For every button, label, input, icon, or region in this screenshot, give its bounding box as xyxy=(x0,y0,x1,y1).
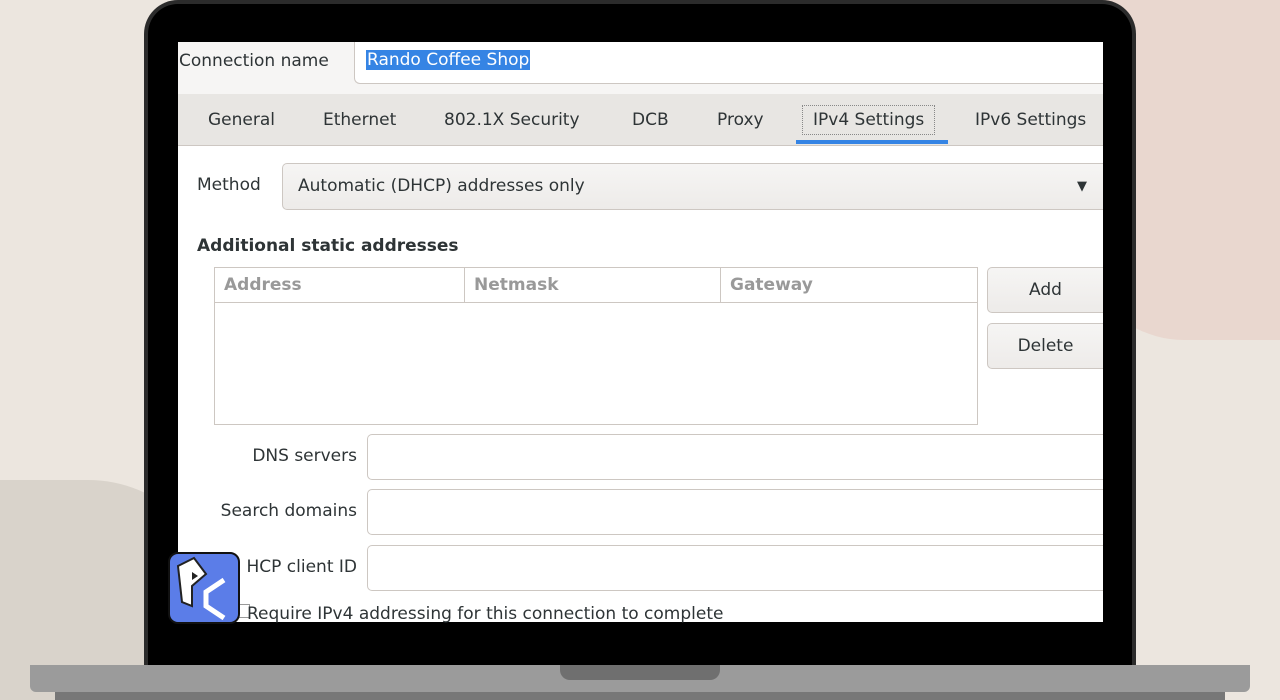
addresses-table[interactable]: Address Netmask Gateway xyxy=(214,267,978,425)
dns-servers-input[interactable] xyxy=(367,434,1103,480)
column-netmask[interactable]: Netmask xyxy=(465,268,721,302)
tab-8021x-security[interactable]: 802.1X Security xyxy=(444,94,580,146)
tab-dcb[interactable]: DCB xyxy=(632,94,669,146)
tab-proxy[interactable]: Proxy xyxy=(717,94,764,146)
tab-ipv6-settings[interactable]: IPv6 Settings xyxy=(975,94,1086,146)
add-button[interactable]: Add xyxy=(987,267,1103,313)
logo-icon xyxy=(176,556,226,621)
search-domains-input[interactable] xyxy=(367,489,1103,535)
column-address[interactable]: Address xyxy=(215,268,465,302)
dhcp-client-id-input[interactable] xyxy=(367,545,1103,591)
method-label: Method xyxy=(197,175,261,195)
static-addresses-heading: Additional static addresses xyxy=(197,236,459,256)
connection-name-input[interactable]: Rando Coffee Shop xyxy=(354,42,1103,84)
tab-ipv4-settings[interactable]: IPv4 Settings xyxy=(802,94,936,146)
search-domains-label: Search domains xyxy=(220,501,357,521)
tab-bar: General Ethernet 802.1X Security DCB Pro… xyxy=(178,94,1103,146)
column-gateway[interactable]: Gateway xyxy=(721,268,977,302)
method-value: Automatic (DHCP) addresses only xyxy=(298,176,585,196)
dns-servers-label: DNS servers xyxy=(252,446,357,466)
network-settings-dialog: Connection name Rando Coffee Shop Genera… xyxy=(178,42,1103,624)
active-tab-indicator xyxy=(796,140,948,144)
connection-name-value: Rando Coffee Shop xyxy=(366,50,531,70)
laptop-foot xyxy=(55,692,1225,700)
table-header: Address Netmask Gateway xyxy=(215,268,977,303)
laptop-notch xyxy=(560,665,720,680)
method-dropdown[interactable]: Automatic (DHCP) addresses only ▼ xyxy=(282,163,1103,210)
chevron-down-icon: ▼ xyxy=(1077,179,1087,194)
connection-name-label: Connection name xyxy=(179,51,329,71)
require-ipv4-label: Require IPv4 addressing for this connect… xyxy=(247,604,724,624)
dhcp-client-id-label: HCP client ID xyxy=(246,557,357,577)
tab-ethernet[interactable]: Ethernet xyxy=(323,94,396,146)
brand-logo xyxy=(168,552,240,624)
tab-general[interactable]: General xyxy=(208,94,275,146)
delete-button[interactable]: Delete xyxy=(987,323,1103,369)
